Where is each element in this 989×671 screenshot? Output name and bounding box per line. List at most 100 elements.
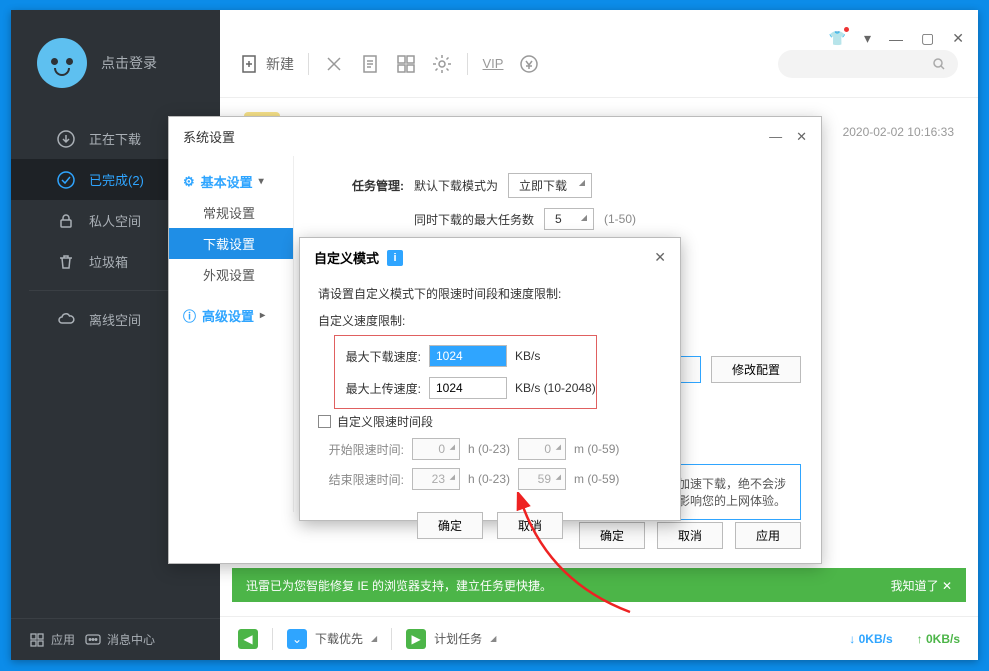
unit-range: KB/s (10-2048) [515, 381, 596, 395]
login-text: 点击登录 [101, 53, 157, 73]
end-time-label: 结束限速时间: [318, 471, 404, 488]
settings-nav: ⚙ 基本设置 ▾ 常规设置 下载设置 外观设置 ⓘ 高级设置 ▸ [169, 156, 293, 512]
download-icon [57, 130, 75, 148]
trash-icon [57, 253, 75, 271]
priority-label: 下载优先 [315, 630, 363, 647]
settings-group-advanced[interactable]: ⓘ 高级设置 ▸ [169, 300, 293, 331]
info-icon[interactable]: i [387, 250, 403, 266]
start-hour-input[interactable]: 0 [412, 438, 460, 460]
banner-text: 迅雷已为您智能修复 IE 的浏览器支持，建立任务更快捷。 [246, 577, 552, 594]
sidebar-label: 离线空间 [89, 310, 141, 329]
custom-header: 自定义模式 i ✕ [300, 238, 680, 277]
custom-footer: 确定 取消 [300, 498, 680, 553]
document-icon[interactable] [359, 53, 381, 75]
schedule-label: 计划任务 [434, 630, 482, 647]
custom-title: 自定义模式 [314, 248, 379, 267]
coin-icon[interactable] [518, 53, 540, 75]
vip-icon[interactable]: VIP [482, 53, 504, 75]
settings-close-icon[interactable]: ✕ [796, 129, 807, 145]
custom-close-icon[interactable]: ✕ [654, 249, 666, 266]
sidebar-label: 正在下载 [89, 129, 141, 148]
custom-ok-button[interactable]: 确定 [417, 512, 483, 539]
sidebar-label: 已完成(2) [89, 170, 144, 189]
info-banner: 迅雷已为您智能修复 IE 的浏览器支持，建立任务更快捷。 我知道了 ✕ [232, 568, 966, 602]
section-speed: 自定义速度限制: [318, 306, 662, 333]
custom-cancel-button[interactable]: 取消 [497, 512, 563, 539]
settings-apply-button[interactable]: 应用 [735, 522, 801, 549]
new-label: 新建 [266, 54, 294, 74]
close-icon[interactable]: ✕ [952, 30, 964, 47]
schedule-icon: ▶ [406, 629, 426, 649]
grid-icon[interactable] [395, 53, 417, 75]
custom-body: 请设置自定义模式下的限速时间段和速度限制: 自定义速度限制: 最大下载速度: K… [300, 277, 680, 498]
chevron-down-icon: ▾ [259, 176, 264, 187]
file-date: 2020-02-02 10:16:33 [843, 125, 954, 139]
new-button[interactable]: 新建 [240, 54, 294, 74]
custom-mode-dialog: 自定义模式 i ✕ 请设置自定义模式下的限速时间段和速度限制: 自定义速度限制:… [299, 237, 681, 521]
chevron-right-icon: ▸ [260, 310, 265, 321]
window-controls: 👕 ▾ — ▢ ✕ [829, 30, 964, 47]
m-range: m (0-59) [574, 472, 619, 486]
gear-icon[interactable] [431, 53, 453, 75]
sidebar-label: 私人空间 [89, 211, 141, 230]
mode-text: 默认下载模式为 [414, 177, 498, 194]
gear-icon: ⚙ [183, 174, 195, 190]
section-time: 自定义限速时间段 [337, 413, 433, 430]
max-down-label: 最大下载速度: [335, 348, 421, 365]
lock-icon [57, 212, 75, 230]
max-up-label: 最大上传速度: [335, 380, 421, 397]
download-speed: ↓ 0KB/s [849, 632, 892, 646]
maximize-icon[interactable]: ▢ [921, 30, 934, 47]
m-range: m (0-59) [574, 442, 619, 456]
max-tasks-range: (1-50) [604, 212, 636, 226]
start-min-input[interactable]: 0 [518, 438, 566, 460]
menu-caret-icon[interactable]: ▾ [864, 30, 871, 47]
apps-button[interactable]: 应用 [29, 631, 75, 648]
sidebar-bottom: 应用 消息中心 [11, 618, 220, 660]
priority-icon: ⌄ [287, 629, 307, 649]
settings-title: 系统设置 [183, 127, 235, 146]
avatar-area[interactable]: 点击登录 [11, 10, 220, 118]
check-icon [57, 171, 75, 189]
mode-dropdown[interactable]: 立即下载 [508, 173, 592, 198]
upload-speed: ↑ 0KB/s [917, 632, 960, 646]
end-hour-input[interactable]: 23 [412, 468, 460, 490]
modify-config-button[interactable]: 修改配置 [711, 356, 801, 383]
status-prev-icon[interactable]: ◀ [238, 629, 258, 649]
messages-button[interactable]: 消息中心 [85, 631, 155, 648]
max-tasks-text: 同时下载的最大任务数 [414, 211, 534, 228]
max-tasks-dropdown[interactable]: 5 [544, 208, 594, 230]
download-priority[interactable]: ⌄下载优先◢ [287, 629, 377, 649]
search-input[interactable] [778, 50, 958, 78]
settings-minimize-icon[interactable]: — [769, 129, 782, 145]
custom-time-checkbox[interactable] [318, 415, 331, 428]
start-time-label: 开始限速时间: [318, 441, 404, 458]
cloud-icon [57, 311, 75, 329]
sidebar-label: 垃圾箱 [89, 252, 128, 271]
group-label: 高级设置 [202, 306, 254, 325]
unit-label: KB/s [515, 349, 540, 363]
settings-sub-download[interactable]: 下载设置 [169, 228, 293, 259]
scheduled-tasks[interactable]: ▶计划任务◢ [406, 629, 496, 649]
delete-icon[interactable] [323, 53, 345, 75]
info-icon: ⓘ [183, 306, 196, 325]
settings-sub-appearance[interactable]: 外观设置 [169, 259, 293, 290]
max-upload-input[interactable] [429, 377, 507, 399]
settings-sub-general[interactable]: 常规设置 [169, 197, 293, 228]
custom-hint: 请设置自定义模式下的限速时间段和速度限制: [318, 281, 662, 306]
minimize-icon[interactable]: — [889, 31, 903, 47]
end-min-input[interactable]: 59 [518, 468, 566, 490]
max-download-input[interactable] [429, 345, 507, 367]
avatar-icon [37, 38, 87, 88]
speed-area: ↓ 0KB/s ↑ 0KB/s [849, 632, 960, 646]
messages-label: 消息中心 [107, 631, 155, 648]
task-label: 任务管理: [314, 177, 404, 194]
h-range: h (0-23) [468, 442, 510, 456]
banner-dismiss[interactable]: 我知道了 ✕ [891, 577, 952, 594]
group-label: 基本设置 [201, 172, 253, 191]
apps-label: 应用 [51, 631, 75, 648]
notification-icon[interactable]: 👕 [829, 30, 846, 47]
settings-header: 系统设置 — ✕ [169, 117, 821, 156]
h-range: h (0-23) [468, 472, 510, 486]
settings-group-basic[interactable]: ⚙ 基本设置 ▾ [169, 166, 293, 197]
